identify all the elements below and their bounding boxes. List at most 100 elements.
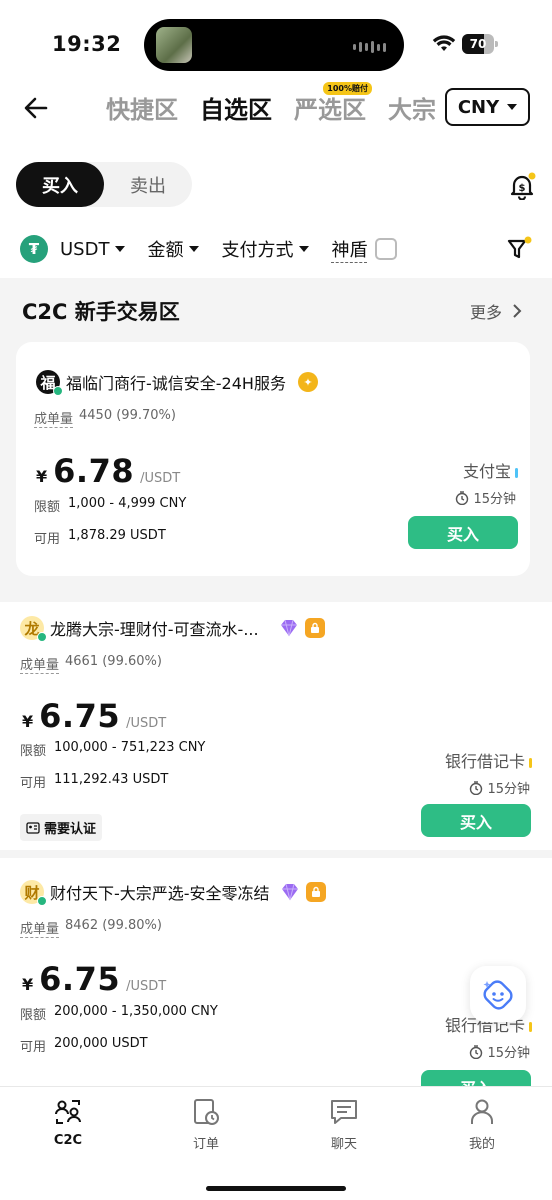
limit-value: 200,000 - 1,350,000 CNY [54,1004,218,1019]
payment-method: 银行借记卡 [444,752,525,771]
clock-icon [470,1044,483,1059]
diamond-badge-icon [281,883,298,901]
shield-checkbox[interactable] [375,238,398,260]
chat-icon [331,1100,357,1124]
caret-down-icon [189,246,200,252]
merchant-avatar[interactable]: 龙 [20,616,47,642]
tab-quick[interactable]: 快捷区 [106,90,178,125]
price-unit: /USDT [126,716,167,731]
orders-icon [194,1099,219,1125]
nav-c2c[interactable]: C2C [28,1097,108,1148]
usdt-coin-icon: ₮ [20,235,48,263]
payment-timer: 15分钟 [469,1042,530,1061]
payment-time-limit: 15分钟 [487,1046,530,1061]
buy-button[interactable]: 买入 [421,1070,531,1086]
compensation-badge: 100%赔付 [323,82,372,95]
nav-orders[interactable]: 订单 [166,1097,246,1152]
tab-selected-label: 严选区 [294,96,366,124]
online-status-dot [53,386,63,396]
payment-color-bar [529,757,532,768]
buy-sell-toggle: 买入 卖出 [16,162,192,207]
coin-filter[interactable]: ₮ USDT [20,235,126,263]
payment-color-bar [515,467,518,478]
id-card-icon [26,821,40,834]
more-label: 更多 [470,303,503,322]
currency-symbol: ¥ [36,467,48,486]
order-count-value: 4661 (99.60%) [65,654,162,669]
section-title: C2C 新手交易区 [22,300,180,324]
nav-chat[interactable]: 聊天 [304,1097,384,1152]
coin-filter-label: USDT [60,238,110,260]
merchant-avatar[interactable]: 财 [20,880,47,906]
price-unit: /USDT [140,471,181,486]
amount-filter[interactable]: 金额 [147,236,200,262]
online-status-dot [37,896,47,906]
available-label: 可用 [34,532,61,547]
merchant-name[interactable]: 福临门商行-诚信安全-24H服务 [66,370,286,394]
status-bar: 19:32 70 [0,0,552,80]
divider [0,592,552,602]
listing-card: 福 福临门商行-诚信安全-24H服务 ✦ 成单量 4450 (99.70%) ¥… [16,342,530,576]
back-arrow-icon[interactable] [22,94,50,122]
clock-icon [470,780,483,795]
limit-label: 限额 [20,744,47,759]
payment-filter[interactable]: 支付方式 [221,236,310,262]
svg-text:$: $ [519,183,526,194]
status-time: 19:32 [52,32,122,56]
unit-price: 6.78 [53,452,135,490]
payment-time-limit: 15分钟 [473,492,516,507]
market-tabs: 快捷区 自选区 严选区 100%赔付 大宗 [106,82,436,125]
payment-color-bar [529,1021,532,1032]
merchant-avatar[interactable]: 福 [36,370,63,396]
payment-filter-label: 支付方式 [221,240,294,261]
listing-row: 财 财付天下-大宗严选-安全零冻结 成单量 8462 (99.80%) ¥ 6.… [0,858,552,1086]
merchant-name[interactable]: 龙腾大宗-理财付-可查流水-... [50,616,259,640]
unit-price: 6.75 [39,697,121,735]
currency-symbol: ¥ [22,975,34,994]
order-count-label: 成单量 [20,918,60,938]
buy-button[interactable]: 买入 [408,516,518,549]
nav-chat-label: 聊天 [330,1137,357,1152]
payment-time-limit: 15分钟 [487,782,530,797]
clock-icon [456,490,469,505]
available-label: 可用 [20,776,47,791]
available-label: 可用 [20,1040,47,1055]
dynamic-island [144,19,404,71]
tab-watchlist[interactable]: 自选区 [200,90,272,125]
price-alert-bell-icon[interactable]: $ [508,172,536,200]
chevron-right-icon [513,304,522,318]
more-link[interactable]: 更多 [470,299,522,323]
tab-selected[interactable]: 严选区 100%赔付 [294,82,372,125]
bottom-navigation: C2C 订单 聊天 我的 [0,1086,552,1200]
order-count-label: 成单量 [34,408,74,428]
filter-funnel-icon[interactable] [506,236,532,262]
caret-down-icon [115,246,126,252]
nav-orders-label: 订单 [192,1137,219,1152]
merchant-name[interactable]: 财付天下-大宗严选-安全零冻结 [50,880,270,904]
wifi-icon [432,35,456,51]
lock-badge-icon [304,618,325,638]
buy-button[interactable]: 买入 [421,804,531,837]
currency-select[interactable]: CNY [445,88,530,126]
limit-value: 100,000 - 751,223 CNY [54,740,206,755]
order-count-label: 成单量 [20,654,60,674]
nav-profile[interactable]: 我的 [442,1097,522,1152]
verification-required-label: 需要认证 [44,822,97,837]
ai-assistant-button[interactable] [470,966,526,1022]
tab-bulk[interactable]: 大宗 [388,90,436,125]
buy-toggle-button[interactable]: 买入 [16,162,104,207]
assistant-face-icon [483,980,513,1010]
nav-c2c-label: C2C [53,1133,83,1148]
listing-row: 龙 龙腾大宗-理财付-可查流水-... 成单量 4661 (99.60%) ¥ … [0,602,552,848]
price-unit: /USDT [126,979,167,994]
profile-icon [471,1099,493,1124]
filter-bar: ₮ USDT 金额 支付方式 神盾 [20,232,398,266]
lock-badge-icon [305,882,326,902]
now-playing-thumbnail [156,27,192,63]
sell-toggle-button[interactable]: 卖出 [104,162,192,207]
available-value: 200,000 USDT [54,1036,148,1051]
audio-wave-icon [353,41,386,53]
order-count-value: 8462 (99.80%) [65,918,162,933]
available-value: 111,292.43 USDT [54,772,169,787]
order-count-value: 4450 (99.70%) [79,408,176,423]
